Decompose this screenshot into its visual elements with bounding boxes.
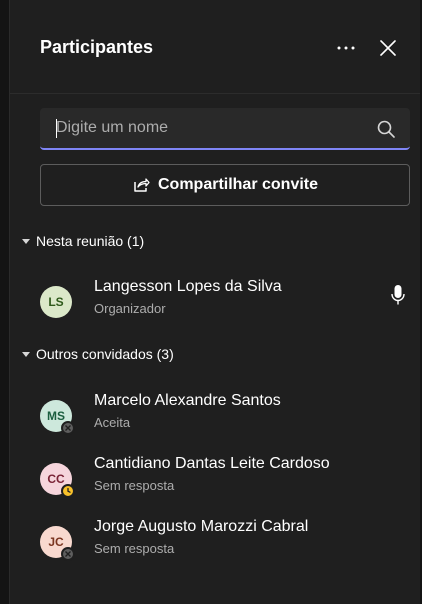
close-icon xyxy=(380,40,396,56)
participants-panel: Participantes Digite um nome Compartilha… xyxy=(10,0,420,604)
share-icon xyxy=(134,178,150,192)
text-caret xyxy=(56,119,57,138)
participant-row[interactable]: LS Langesson Lopes da Silva Organizador xyxy=(10,278,420,328)
participant-name: Cantidiano Dantas Leite Cardoso xyxy=(94,455,330,472)
caret-down-icon xyxy=(22,238,30,244)
avatar: JC xyxy=(40,526,75,561)
avatar-initials: LS xyxy=(48,295,64,309)
participant-name: Langesson Lopes da Silva xyxy=(94,278,282,295)
offline-status-icon xyxy=(61,547,75,561)
section-in-meeting[interactable]: Nesta reunião (1) xyxy=(22,231,144,251)
left-edge xyxy=(0,0,10,604)
participant-status: Aceita xyxy=(94,415,131,430)
panel-header: Participantes xyxy=(10,0,420,94)
share-invite-button[interactable]: Compartilhar convite xyxy=(40,164,410,206)
caret-down-icon xyxy=(22,351,30,357)
search-input[interactable] xyxy=(56,108,356,148)
participant-row[interactable]: JC Jorge Augusto Marozzi Cabral Sem resp… xyxy=(10,518,420,568)
header-divider xyxy=(10,93,420,94)
panel-title: Participantes xyxy=(40,37,154,57)
participant-role: Organizador xyxy=(94,301,166,316)
microphone-icon[interactable] xyxy=(390,284,406,306)
more-options-button[interactable] xyxy=(332,36,360,60)
section-other-invitees[interactable]: Outros convidados (3) xyxy=(22,344,174,364)
close-button[interactable] xyxy=(374,34,402,62)
more-horizontal-icon xyxy=(337,46,355,50)
search-icon[interactable] xyxy=(376,119,396,139)
section-label: Outros convidados (3) xyxy=(36,346,174,362)
avatar: CC xyxy=(40,463,75,498)
participant-status: Sem resposta xyxy=(94,478,175,493)
search-box[interactable] xyxy=(40,108,410,150)
participant-row[interactable]: MS Marcelo Alexandre Santos Aceita xyxy=(10,392,420,442)
avatar: MS xyxy=(40,400,75,435)
teams-participants-window: Participantes Digite um nome Compartilha… xyxy=(0,0,422,604)
avatar-initials: CC xyxy=(47,472,65,486)
section-label: Nesta reunião (1) xyxy=(36,233,145,249)
avatar-initials: JC xyxy=(48,535,64,549)
participant-row[interactable]: CC Cantidiano Dantas Leite Cardoso Sem r… xyxy=(10,455,420,505)
offline-status-icon xyxy=(61,421,75,435)
participant-name: Jorge Augusto Marozzi Cabral xyxy=(94,518,309,535)
participant-status: Sem resposta xyxy=(94,541,175,556)
participant-name: Marcelo Alexandre Santos xyxy=(94,392,281,409)
avatar-initials: MS xyxy=(47,409,65,423)
away-clock-status-icon xyxy=(61,484,75,498)
avatar: LS xyxy=(40,286,72,318)
share-invite-label: Compartilhar convite xyxy=(157,176,319,193)
